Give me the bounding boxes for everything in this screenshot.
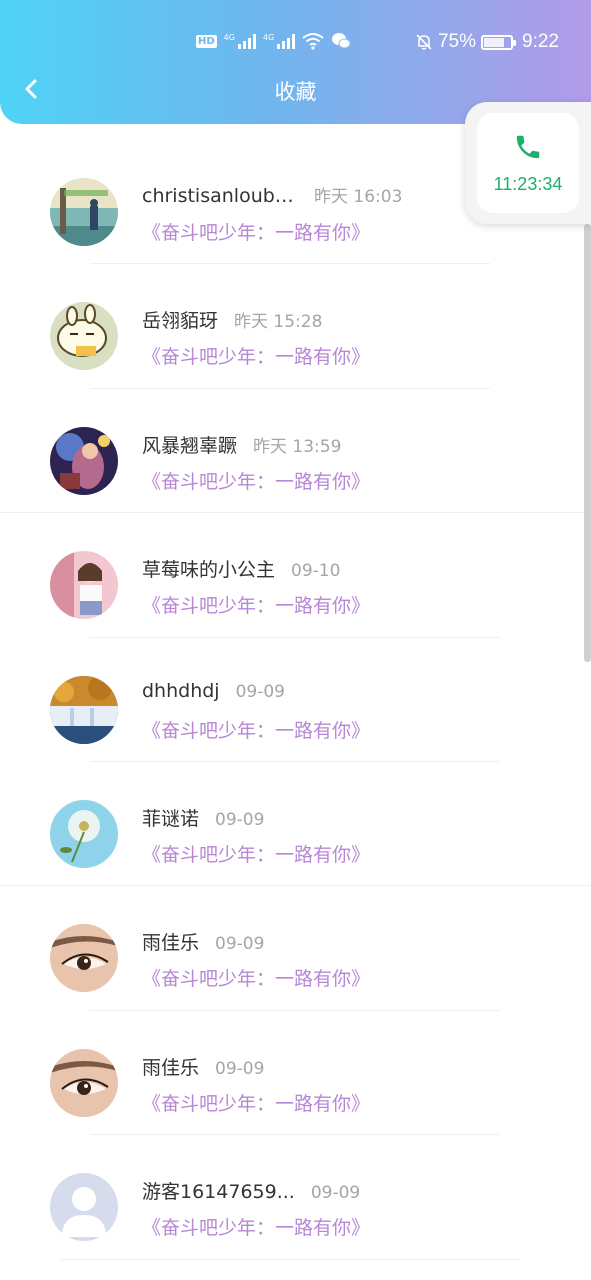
battery-icon: [481, 34, 517, 50]
user-name: 风暴翘辜蹶: [142, 434, 238, 457]
item-meta: christisanloubc... 昨天 16:03: [142, 182, 402, 207]
item-meta: 风暴翘辜蹶 昨天 13:59: [142, 431, 341, 458]
call-duration: 11:23:34: [493, 173, 563, 194]
timestamp: 09-09: [215, 934, 265, 955]
user-name: 雨佳乐: [142, 932, 200, 955]
favorite-item[interactable]: 雨佳乐 09-09 《奋斗吧少年：一路有你》: [0, 1011, 591, 1136]
user-name: 菲谜诺: [142, 807, 200, 830]
user-name: 游客16147659...: [142, 1181, 295, 1204]
favorite-item[interactable]: 风暴翘辜蹶 昨天 13:59 《奋斗吧少年：一路有你》: [0, 389, 591, 514]
network-type-label-2: 4G: [262, 33, 275, 42]
favorite-item[interactable]: 菲谜诺 09-09 《奋斗吧少年：一路有你》: [0, 762, 591, 887]
avatar[interactable]: [50, 799, 118, 868]
status-icons-left: HD 4G 4G: [196, 32, 351, 50]
user-name: 岳翎貊玡: [142, 310, 219, 333]
favorite-item[interactable]: 草莓味的小公主 09-10 《奋斗吧少年：一路有你》: [0, 513, 591, 638]
call-widget-card: 11:23:34: [477, 113, 579, 213]
program-title: 《奋斗吧少年：一路有你》: [142, 470, 371, 493]
signal-icon-2: 4G: [262, 33, 296, 49]
item-meta: 雨佳乐 09-09: [142, 928, 264, 955]
item-meta: 菲谜诺 09-09: [142, 804, 264, 831]
favorite-item[interactable]: dhhdhdj 09-09 《奋斗吧少年：一路有你》: [0, 638, 591, 762]
status-time: 9:22: [522, 31, 559, 52]
avatar[interactable]: [50, 675, 118, 744]
timestamp: 09-09: [215, 809, 265, 830]
avatar[interactable]: [50, 924, 118, 993]
program-title: 《奋斗吧少年：一路有你》: [142, 968, 371, 991]
wifi-icon: [302, 33, 324, 50]
favorite-item[interactable]: 雨佳乐 09-09 《奋斗吧少年：一路有你》: [0, 886, 591, 1011]
program-title: 《奋斗吧少年：一路有你》: [142, 843, 371, 866]
divider: [60, 1258, 520, 1260]
avatar[interactable]: [50, 178, 118, 246]
battery-percent: 75%: [437, 31, 477, 52]
hd-badge: HD: [196, 34, 217, 48]
avatar[interactable]: [50, 1048, 118, 1117]
mute-bell-icon: [416, 34, 432, 50]
program-title: 《奋斗吧少年：一路有你》: [142, 1092, 371, 1115]
network-type-label: 4G: [223, 33, 235, 42]
signal-icon: 4G: [224, 33, 256, 49]
item-meta: 游客16147659... 09-09: [142, 1177, 360, 1204]
program-title: 《奋斗吧少年：一路有你》: [142, 222, 371, 244]
floating-call-button[interactable]: 11:23:34: [465, 102, 591, 224]
program-title: 《奋斗吧少年：一路有你》: [142, 719, 371, 742]
avatar[interactable]: [50, 1173, 118, 1242]
program-title: 《奋斗吧少年：一路有你》: [142, 595, 371, 618]
favorite-item[interactable]: 岳翎貊玡 昨天 15:28 《奋斗吧少年：一路有你》: [0, 264, 591, 389]
scrollbar[interactable]: [584, 224, 591, 662]
item-meta: 草莓味的小公主 09-10: [142, 555, 340, 582]
user-name: 雨佳乐: [142, 1056, 200, 1079]
timestamp: 09-09: [235, 681, 285, 702]
program-title: 《奋斗吧少年：一路有你》: [142, 346, 371, 369]
item-meta: 岳翎貊玡 昨天 15:28: [142, 306, 322, 333]
timestamp: 昨天 16:03: [314, 187, 403, 207]
phone-icon: [516, 135, 540, 158]
avatar[interactable]: [50, 302, 118, 371]
user-name: christisanloubc...: [142, 185, 298, 207]
user-name: 草莓味的小公主: [142, 559, 276, 582]
timestamp: 昨天 13:59: [253, 436, 342, 457]
avatar[interactable]: [50, 426, 118, 495]
timestamp: 09-09: [310, 1183, 361, 1204]
timestamp: 昨天 15:28: [234, 312, 323, 333]
user-name: dhhdhdj: [142, 679, 220, 702]
favorite-item[interactable]: 游客16147659... 09-09 《奋斗吧少年：一路有你》: [0, 1135, 591, 1260]
status-bar: HD 4G 4G 75% 9:22: [0, 28, 591, 60]
timestamp: 09-10: [291, 561, 341, 582]
program-title: 《奋斗吧少年：一路有你》: [142, 1217, 371, 1240]
timestamp: 09-09: [215, 1058, 265, 1079]
item-meta: dhhdhdj 09-09: [142, 680, 285, 702]
avatar[interactable]: [50, 551, 118, 620]
item-meta: 雨佳乐 09-09: [142, 1053, 264, 1080]
status-icons-right: 75% 9:22: [415, 31, 559, 53]
wechat-icon: [332, 33, 351, 49]
favorites-list: christisanloubc... 昨天 16:03 《奋斗吧少年：一路有你》 岳翎…: [0, 140, 591, 1260]
